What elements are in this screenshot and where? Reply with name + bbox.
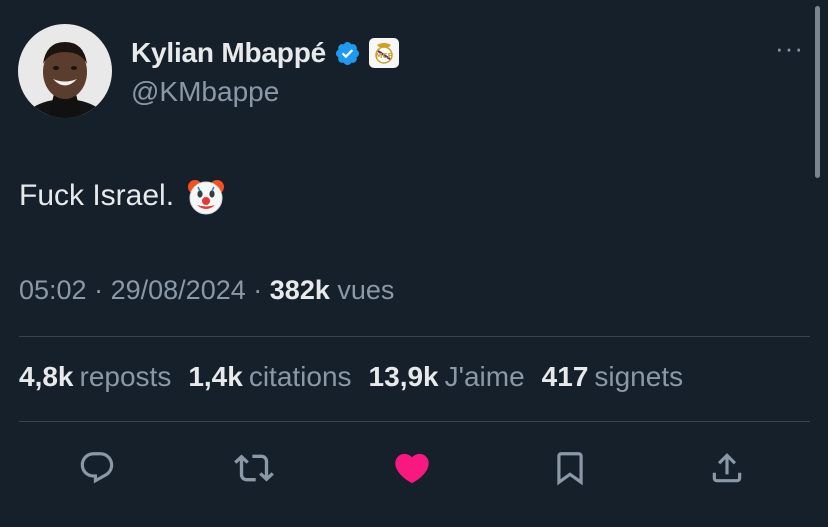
tweet-date[interactable]: 29/08/2024 [111,275,246,305]
author-name-row: Kylian Mbappé MCF [131,36,399,70]
clown-face-emoji [188,180,225,215]
stat-label: citations [248,361,352,392]
reply-icon [80,452,114,484]
svg-text:MCF: MCF [376,52,393,60]
tweet-text: Fuck Israel. [19,176,226,216]
stat-bookmarks[interactable]: 417 signets [542,361,683,393]
stat-label: J'aime [444,361,525,392]
real-madrid-crest-icon[interactable]: MCF [369,38,399,68]
engagement-stats: 4,8k reposts 1,4k citations 13,9k J'aime 41… [19,361,683,393]
author-display-name[interactable]: Kylian Mbappé [131,37,326,69]
author-handle[interactable]: @KMbappe [131,76,279,108]
bookmark-icon [557,452,583,486]
action-bar [0,446,828,490]
stat-count: 417 [541,361,589,392]
like-icon [395,453,429,484]
avatar[interactable] [18,24,112,118]
like-button[interactable] [390,446,434,490]
repost-button[interactable] [232,446,276,490]
stat-label: signets [594,361,684,392]
stat-reposts[interactable]: 4,8k reposts [19,361,171,393]
stat-count: 13,9k [368,361,439,392]
tweet-time[interactable]: 05:02 [19,275,87,305]
stat-label: reposts [79,361,172,392]
meta-separator: · [94,275,104,305]
stat-likes[interactable]: 13,9k J'aime [369,361,525,393]
bookmark-button[interactable] [548,446,592,490]
more-horizontal-icon: ··· [775,33,804,63]
stat-count: 4,8k [19,361,74,392]
repost-icon [234,454,274,482]
share-button[interactable] [705,446,749,490]
views-label: vues [337,275,395,305]
stat-quotes[interactable]: 1,4k citations [188,361,351,393]
reply-button[interactable] [75,446,119,490]
stat-count: 1,4k [188,361,243,392]
tweet-text-content: Fuck Israel. [19,179,175,212]
more-options-button[interactable]: ··· [775,35,804,61]
views-count[interactable]: 382k [270,275,330,305]
scrollbar[interactable] [815,6,820,178]
verified-badge-icon[interactable] [334,40,361,67]
divider [19,336,810,337]
meta-separator: · [253,275,263,305]
share-icon [712,453,742,483]
tweet-metadata: 05:02 · 29/08/2024 · 382k vues [19,275,394,306]
divider [19,421,810,422]
profile-photo [18,24,112,118]
tweet-detail: Kylian Mbappé MCF @KMbappe ··· Fuck Isra… [0,0,828,527]
